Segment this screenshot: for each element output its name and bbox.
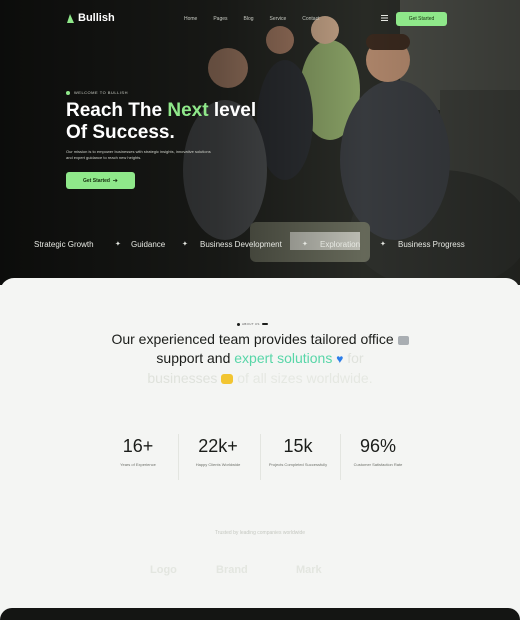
bull-logo-icon	[67, 13, 74, 23]
hero-description: Our mission is to empower businesses wit…	[66, 149, 211, 160]
stat-value: 16+	[122, 436, 154, 456]
hero-get-started-button[interactable]: Get Started	[66, 172, 135, 189]
star-icon: ✦	[380, 241, 386, 248]
hero-section: Bullish Home Pages Blog Service Contact …	[0, 0, 520, 285]
about-badge: ABOUT US	[237, 321, 281, 327]
menu-item-service[interactable]: Service	[270, 16, 287, 22]
stat-value: 96%	[359, 436, 397, 456]
hero-headline: Reach The Next level Of Success.	[66, 100, 306, 144]
eyebrow-dot-icon	[66, 90, 70, 95]
stat-label: Customer Satisfaction Rate	[353, 462, 403, 467]
star-icon: ✦	[115, 241, 121, 248]
menu-item-pages[interactable]: Pages	[213, 16, 227, 22]
stat-label: Projects Completed Successfully	[268, 462, 328, 467]
statement-text: Our experienced team provides tailored o…	[111, 331, 394, 347]
marquee-item: Business Development	[200, 240, 282, 249]
headline-part-3: Of Success.	[66, 122, 175, 143]
menu-item-blog[interactable]: Blog	[244, 16, 254, 22]
stat-label: Happy Clients Worldwide	[195, 462, 241, 467]
statement-line-1: Our experienced team provides tailored o…	[60, 330, 460, 349]
stat-item: 16+ Years of Experience	[98, 426, 178, 484]
stat-value: 22k+	[198, 436, 238, 456]
marquee-item: Guidance	[131, 240, 166, 249]
badge-dot-icon	[237, 322, 240, 326]
badge-text: ABOUT US	[242, 322, 260, 326]
book-icon	[397, 335, 409, 345]
brand-name: Bullish	[78, 12, 115, 24]
headline-highlight: Next	[167, 100, 209, 121]
stat-value: 15k	[283, 436, 313, 456]
headline-part-1: Reach The	[66, 100, 163, 121]
stats-row: 16+ Years of Experience 22k+ Happy Clien…	[98, 426, 424, 486]
hamburger-menu-icon[interactable]	[381, 15, 388, 21]
stat-item: 15k Projects Completed Successfully	[258, 426, 338, 484]
menu-item-contact[interactable]: Contact	[302, 16, 319, 22]
brand-logo[interactable]: Bullish	[66, 12, 115, 24]
statement-faded-text: for	[347, 350, 364, 366]
services-marquee: Strategic Growth ✦ Guidance ✦ Business D…	[0, 238, 520, 252]
about-statement: Our experienced team provides tailored o…	[60, 330, 460, 388]
badge-bar-icon	[261, 323, 268, 325]
hero-button-label: Get Started	[83, 177, 110, 184]
stat-item: 22k+ Happy Clients Worldwide	[178, 426, 258, 484]
top-navigation: Bullish Home Pages Blog Service Contact …	[0, 8, 520, 32]
heart-icon: ♥	[336, 352, 344, 366]
handshake-icon	[221, 374, 234, 385]
menu-item-home[interactable]: Home	[184, 16, 197, 22]
headline-part-2: level	[213, 100, 257, 121]
main-menu: Home Pages Blog Service Contact	[184, 16, 319, 22]
star-icon: ✦	[182, 241, 188, 248]
statement-faded-text: of all sizes worldwide.	[237, 370, 373, 386]
star-icon: ✦	[302, 241, 308, 248]
clients-caption: Trusted by leading companies worldwide	[214, 530, 306, 536]
client-logos-row: Logo Brand Mark	[0, 560, 520, 580]
statement-line-3: businesses of all sizes worldwide.	[60, 369, 460, 388]
arrow-right-icon	[112, 178, 118, 183]
stat-label: Years of Experience	[120, 462, 156, 467]
marquee-item: Exploration	[320, 240, 361, 249]
eyebrow-text: WELCOME TO BULLISH	[74, 90, 128, 95]
statement-text: support and	[156, 350, 231, 366]
statement-highlight: expert solutions	[234, 350, 333, 366]
stat-item: 96% Customer Satisfaction Rate	[338, 426, 418, 484]
marquee-item: Strategic Growth	[34, 240, 94, 249]
statement-line-2: support and expert solutions ♥ for	[60, 349, 460, 369]
client-logo: Logo	[150, 564, 177, 576]
client-logo: Brand	[216, 564, 248, 576]
nav-get-started-button[interactable]: Get Started	[396, 12, 447, 26]
next-section-dark	[0, 608, 520, 620]
statement-faded-text: businesses	[147, 370, 218, 386]
hero-eyebrow: WELCOME TO BULLISH	[66, 90, 128, 95]
client-logo: Mark	[296, 564, 322, 576]
marquee-item: Business Progress	[398, 240, 465, 249]
